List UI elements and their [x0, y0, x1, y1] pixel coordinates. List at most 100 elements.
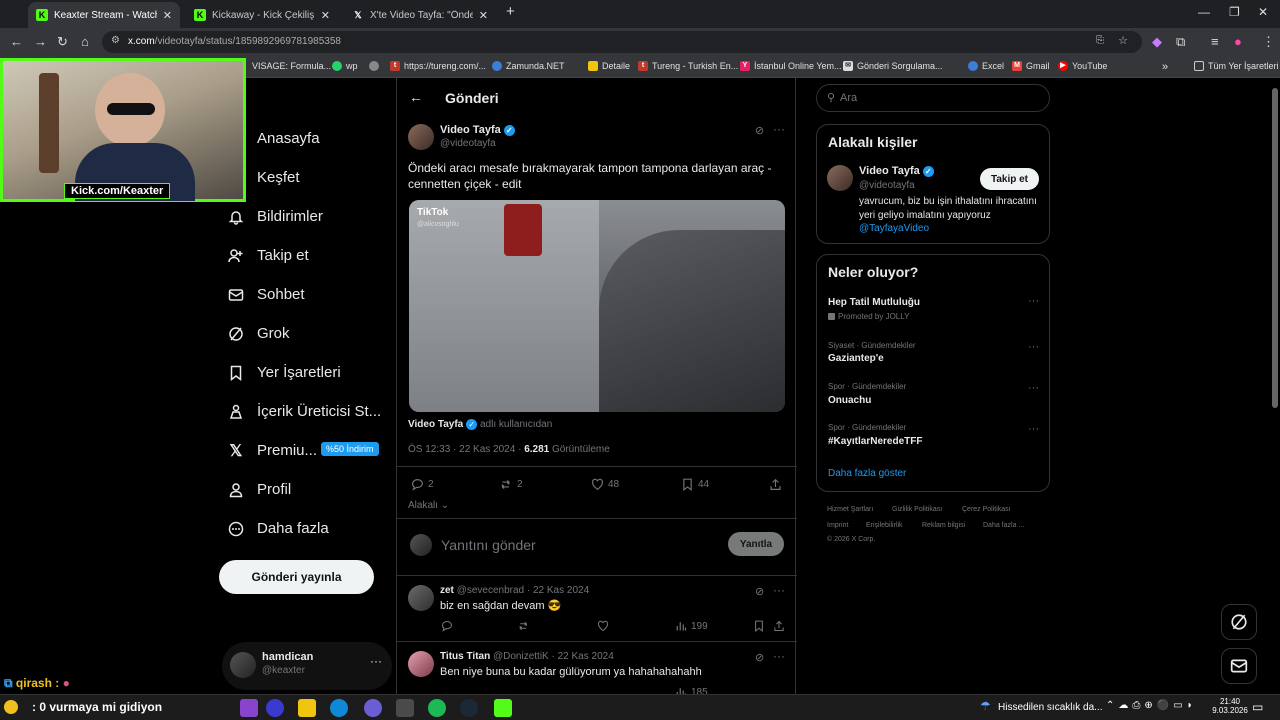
post-button[interactable]: Gönderi yayınla [219, 560, 374, 594]
tab-keaxter-stream[interactable]: K Keaxter Stream - Watch Live on ✕ [28, 2, 180, 28]
like-action[interactable]: 48 [591, 478, 619, 491]
sort-dropdown[interactable]: Alakalı ⌄ [408, 500, 449, 511]
steam-icon[interactable] [460, 699, 478, 717]
nav-grok[interactable]: Grok [228, 325, 290, 342]
more-horizontal-icon[interactable]: ··· [1028, 295, 1039, 307]
relevant-name[interactable]: Video Tayfa ✓ [859, 165, 934, 177]
notification-icon[interactable]: ▭ [1252, 700, 1263, 714]
more-horizontal-icon[interactable]: ··· [1028, 341, 1039, 353]
share-action[interactable] [773, 620, 789, 632]
reply-button[interactable]: Yanıtla [728, 532, 784, 556]
tab-kickaway[interactable]: K Kickaway - Kick Çekiliş Aracı ✕ [186, 2, 338, 28]
more-horizontal-icon[interactable]: ··· [1028, 382, 1039, 394]
post-author-name[interactable]: Video Tayfa ✓ [440, 124, 515, 136]
minimize-icon[interactable]: — [1198, 5, 1210, 19]
forward-icon[interactable]: → [34, 34, 47, 49]
like-action[interactable] [597, 620, 613, 632]
trend-item[interactable]: Onuachu [828, 395, 871, 406]
show-more-link[interactable]: Daha fazla göster [828, 468, 906, 479]
clock[interactable]: 21:40 9.03.2026 [1210, 697, 1250, 715]
bio-link[interactable]: @TayfayaVideo [859, 223, 929, 234]
footer-link[interactable]: Erişilebilirlik [866, 522, 903, 529]
grok-icon[interactable]: ⊘ [755, 651, 764, 664]
url-bar[interactable]: ⚙ x.com/videotayfa/status/18598929697819… [102, 31, 1142, 53]
spotify-icon[interactable] [428, 699, 446, 717]
grok-icon[interactable]: ⊘ [755, 124, 764, 137]
chrome-icon[interactable] [396, 699, 414, 717]
page-scrollbar[interactable] [1272, 88, 1278, 408]
account-switcher[interactable]: hamdican @keaxter ··· [222, 642, 392, 690]
bookmark-item[interactable]: ✉ Gönderi Sorgulama... [843, 61, 943, 71]
footer-link[interactable]: Çerez Politikası [962, 506, 1011, 513]
footer-link[interactable]: Imprint [827, 522, 848, 529]
video-attribution[interactable]: Video Tayfa ✓ adlı kullanıcıdan [408, 419, 552, 430]
bookmark-item[interactable]: t Tureng - Turkish En... [638, 61, 738, 71]
kick-icon[interactable] [494, 699, 512, 717]
site-info-icon[interactable]: ⚙ [111, 35, 120, 46]
footer-link[interactable]: Daha fazla ... [983, 522, 1024, 529]
relevant-avatar[interactable] [827, 165, 853, 191]
grok-icon[interactable]: ⊘ [755, 585, 764, 598]
nav-premium[interactable]: 𝕏 Premiu... [228, 442, 317, 460]
footer-link[interactable]: Gizlilik Politikası [892, 506, 942, 513]
bookmark-item[interactable]: M Gmail [1012, 61, 1050, 71]
nav-follow[interactable]: Takip et [228, 247, 309, 264]
reply-author-avatar[interactable] [408, 585, 434, 611]
more-horizontal-icon[interactable]: ··· [773, 649, 785, 663]
reload-icon[interactable]: ↻ [57, 34, 68, 50]
back-arrow-icon[interactable]: ← [409, 89, 423, 105]
bookmark-item[interactable]: Zamunda.NET [492, 61, 565, 71]
more-horizontal-icon[interactable]: ··· [773, 122, 785, 136]
trend-item[interactable]: #KayıtlarNeredeTFF [828, 436, 922, 447]
edge-icon[interactable] [330, 699, 348, 717]
maximize-icon[interactable]: ❐ [1229, 5, 1240, 19]
views-action[interactable]: 199 [675, 620, 708, 632]
bookmark-item[interactable]: ▶ YouTube [1058, 61, 1107, 71]
views-action[interactable]: 185 [675, 686, 708, 694]
close-window-icon[interactable]: ✕ [1258, 5, 1268, 19]
more-horizontal-icon[interactable]: ··· [370, 654, 382, 668]
profile-avatar-icon[interactable]: ● [1234, 34, 1242, 49]
bookmark-item[interactable]: Detaile [588, 61, 630, 71]
bookmark-action[interactable]: 44 [681, 478, 709, 491]
file-explorer-icon[interactable] [298, 699, 316, 717]
weather-text[interactable]: Hissedilen sıcaklık da... [998, 702, 1103, 713]
bookmark-item[interactable]: VISAGE: Formula... [252, 61, 331, 71]
nav-creator-studio[interactable]: İçerik Üreticisi St... [228, 403, 381, 420]
extension-icon[interactable]: ◆ [1152, 34, 1162, 50]
system-tray-icons[interactable]: ⌃☁⎙⊕⚫▭◗ [1106, 700, 1197, 711]
bookmark-item[interactable]: t https://tureng.com/... [390, 61, 486, 71]
bookmark-item[interactable]: Y İstanbul Online Yem... [740, 61, 842, 71]
repost-action[interactable]: 2 [500, 478, 523, 491]
puzzle-icon[interactable]: ⧉ [1176, 34, 1185, 50]
search-input[interactable]: ⚲ Ara [816, 84, 1050, 112]
footer-link[interactable]: Hizmet Şartları [827, 506, 873, 513]
all-bookmarks-button[interactable]: Tüm Yer İşaretleri [1194, 61, 1279, 71]
tab-x-video-tayfa[interactable]: 𝕏 X'te Video Tayfa: "Öndeki a ✕ [344, 2, 496, 28]
nav-more[interactable]: Daha fazla [228, 520, 329, 537]
footer-link[interactable]: Reklam bilgisi [922, 522, 965, 529]
post-video[interactable]: TikTok @alicvsoghlu [409, 200, 785, 412]
trend-item[interactable]: Gaziantep'e [828, 353, 884, 364]
repost-action[interactable] [518, 620, 534, 632]
bookmark-item[interactable]: Excel [968, 61, 1004, 71]
follow-button[interactable]: Takip et [980, 168, 1039, 190]
home-button-icon[interactable]: ⌂ [81, 34, 89, 49]
nav-notifications[interactable]: Bildirimler [228, 208, 323, 225]
nav-bookmarks[interactable]: Yer İşaretleri [228, 364, 341, 381]
nav-messages[interactable]: Sohbet [228, 286, 305, 303]
new-tab-icon[interactable]: + [506, 3, 515, 20]
app-icon[interactable] [266, 699, 284, 717]
menu-icon[interactable]: ⋮ [1262, 34, 1275, 50]
close-icon[interactable]: ✕ [321, 9, 330, 22]
reply-author-avatar[interactable] [408, 651, 434, 677]
bookmark-item[interactable] [369, 61, 383, 71]
media-icon[interactable]: ≡ [1211, 34, 1219, 49]
bookmarks-overflow-icon[interactable]: » [1162, 61, 1168, 73]
trend-item[interactable]: Hep Tatil Mutluluğu [828, 297, 920, 308]
post-author-avatar[interactable] [408, 124, 434, 150]
share-action[interactable] [769, 478, 786, 491]
reply-action[interactable] [441, 620, 457, 632]
discord-icon[interactable] [364, 699, 382, 717]
more-horizontal-icon[interactable]: ··· [773, 583, 785, 597]
